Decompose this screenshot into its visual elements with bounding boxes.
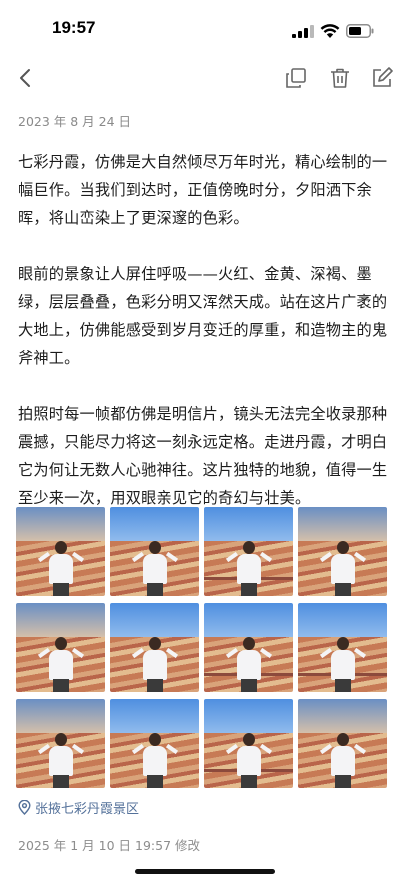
photo-thumbnail[interactable] xyxy=(298,603,387,692)
location-label: 张掖七彩丹霞景区 xyxy=(35,802,140,817)
photo-thumbnail[interactable] xyxy=(298,699,387,788)
chevron-left-icon[interactable] xyxy=(14,66,38,90)
photo-thumbnail[interactable] xyxy=(16,699,105,788)
trash-icon[interactable] xyxy=(328,66,352,90)
photo-thumbnail[interactable] xyxy=(204,699,293,788)
status-time: 19:57 xyxy=(52,18,96,37)
location-link[interactable]: 张掖七彩丹霞景区 xyxy=(18,798,139,817)
photo-thumbnail[interactable] xyxy=(110,603,199,692)
photo-thumbnail[interactable] xyxy=(204,507,293,596)
home-indicator[interactable] xyxy=(135,869,275,874)
photo-thumbnail[interactable] xyxy=(298,507,387,596)
photo-thumbnail[interactable] xyxy=(16,603,105,692)
location-pin-icon xyxy=(18,800,31,815)
photo-thumbnail[interactable] xyxy=(110,507,199,596)
edit-icon[interactable] xyxy=(370,66,394,90)
status-bar: 19:57 xyxy=(0,0,408,58)
cellular-signal-icon xyxy=(292,25,314,38)
photo-thumbnail[interactable] xyxy=(110,699,199,788)
note-paragraph: 七彩丹霞，仿佛是大自然倾尽万年时光，精心绘制的一幅巨作。当我们到达时，正值傍晚时… xyxy=(18,153,388,227)
photo-thumbnail[interactable] xyxy=(16,507,105,596)
note-paragraph: 拍照时每一帧都仿佛是明信片，镜头无法完全收录那种震撼，只能尽力将这一刻永远定格。… xyxy=(18,405,388,507)
battery-icon xyxy=(346,24,374,38)
photo-thumbnail[interactable] xyxy=(204,603,293,692)
note-body[interactable]: 七彩丹霞，仿佛是大自然倾尽万年时光，精心绘制的一幅巨作。当我们到达时，正值傍晚时… xyxy=(18,148,394,540)
wifi-icon xyxy=(320,24,340,38)
modified-timestamp: 2025 年 1 月 10 日 19:57 修改 xyxy=(18,838,201,853)
navigation-bar xyxy=(0,58,408,98)
note-date: 2023 年 8 月 24 日 xyxy=(18,114,132,129)
copy-icon[interactable] xyxy=(284,66,308,90)
photo-grid xyxy=(16,507,390,788)
note-paragraph: 眼前的景象让人屏住呼吸——火红、金黄、深褐、墨绿，层层叠叠，色彩分明又浑然天成。… xyxy=(18,265,388,367)
